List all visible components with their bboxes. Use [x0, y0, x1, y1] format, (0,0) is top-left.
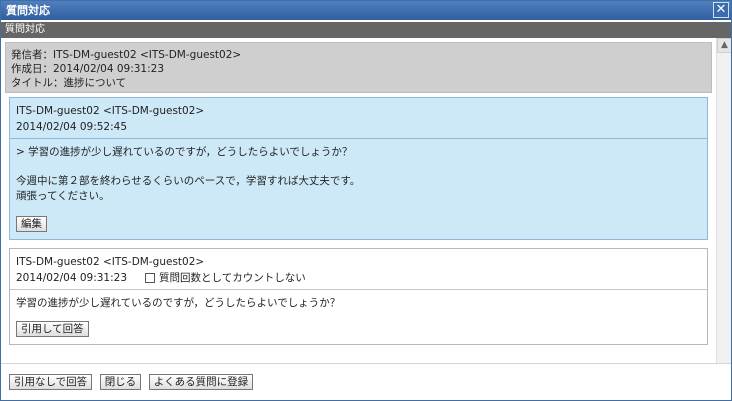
title-line: タイトル：進捗について [11, 77, 127, 89]
reply-line-1: 今週中に第２部を終わらせるくらいのペースで，学習すれば大丈夫です。 [16, 175, 361, 187]
question-author: ITS-DM-guest02 <ITS-DM-guest02> [16, 256, 205, 268]
reply-without-quote-button[interactable]: 引用なしで回答 [9, 374, 93, 390]
close-icon[interactable]: ✕ [713, 2, 729, 18]
checkbox-box[interactable] [145, 273, 156, 283]
no-count-checkbox[interactable]: 質問回数としてカウントしない [145, 270, 306, 286]
sub-header: 質問対応 [1, 22, 731, 38]
message-scroll-area[interactable]: 発信者：ITS-DM-guest02 <ITS-DM-guest02> 作成日：… [1, 38, 731, 363]
vertical-scrollbar[interactable]: ▲ [716, 38, 731, 363]
question-body: 学習の進捗が少し遅れているのですが，どうしたらよいでしょうか？ 引用して回答 [10, 289, 707, 344]
question-dialog: 質問対応 ✕ 質問対応 発信者：ITS-DM-guest02 <ITS-DM-g… [0, 0, 732, 401]
reply-quote: > 学習の進捗が少し遅れているのですが，どうしたらよいでしょうか？ [16, 146, 353, 158]
no-count-label: 質問回数としてカウントしない [159, 272, 306, 284]
question-text: 学習の進捗が少し遅れているのですが，どうしたらよいでしょうか？ [16, 297, 341, 309]
message-content: 発信者：ITS-DM-guest02 <ITS-DM-guest02> 作成日：… [5, 42, 712, 345]
dialog-title: 質問対応 [6, 4, 50, 17]
reply-author: ITS-DM-guest02 <ITS-DM-guest02> [16, 105, 205, 117]
created-line: 作成日：2014/02/04 09:31:23 [11, 63, 165, 75]
edit-button[interactable]: 編集 [16, 216, 47, 232]
title-bar: 質問対応 ✕ [1, 1, 731, 20]
action-bar: 引用なしで回答 閉じる よくある質問に登録 [1, 363, 731, 400]
question-message: ITS-DM-guest02 <ITS-DM-guest02> 2014/02/… [9, 248, 708, 345]
reply-message: ITS-DM-guest02 <ITS-DM-guest02> 2014/02/… [9, 97, 708, 240]
reply-body: > 学習の進捗が少し遅れているのですが，どうしたらよいでしょうか？ 今週中に第２… [10, 138, 707, 239]
reply-header: ITS-DM-guest02 <ITS-DM-guest02> 2014/02/… [10, 98, 707, 138]
scroll-up-icon[interactable]: ▲ [717, 38, 731, 53]
reply-line-2: 頑張ってください。 [16, 190, 110, 202]
question-header: ITS-DM-guest02 <ITS-DM-guest02> 2014/02/… [10, 249, 707, 289]
question-date: 2014/02/04 09:31:23 [16, 272, 128, 284]
reply-date: 2014/02/04 09:52:45 [16, 121, 128, 133]
close-button[interactable]: 閉じる [99, 374, 142, 390]
quote-reply-button[interactable]: 引用して回答 [16, 321, 89, 337]
question-meta: 発信者：ITS-DM-guest02 <ITS-DM-guest02> 作成日：… [5, 42, 712, 93]
register-faq-button[interactable]: よくある質問に登録 [148, 374, 254, 390]
sender-line: 発信者：ITS-DM-guest02 <ITS-DM-guest02> [11, 49, 242, 61]
